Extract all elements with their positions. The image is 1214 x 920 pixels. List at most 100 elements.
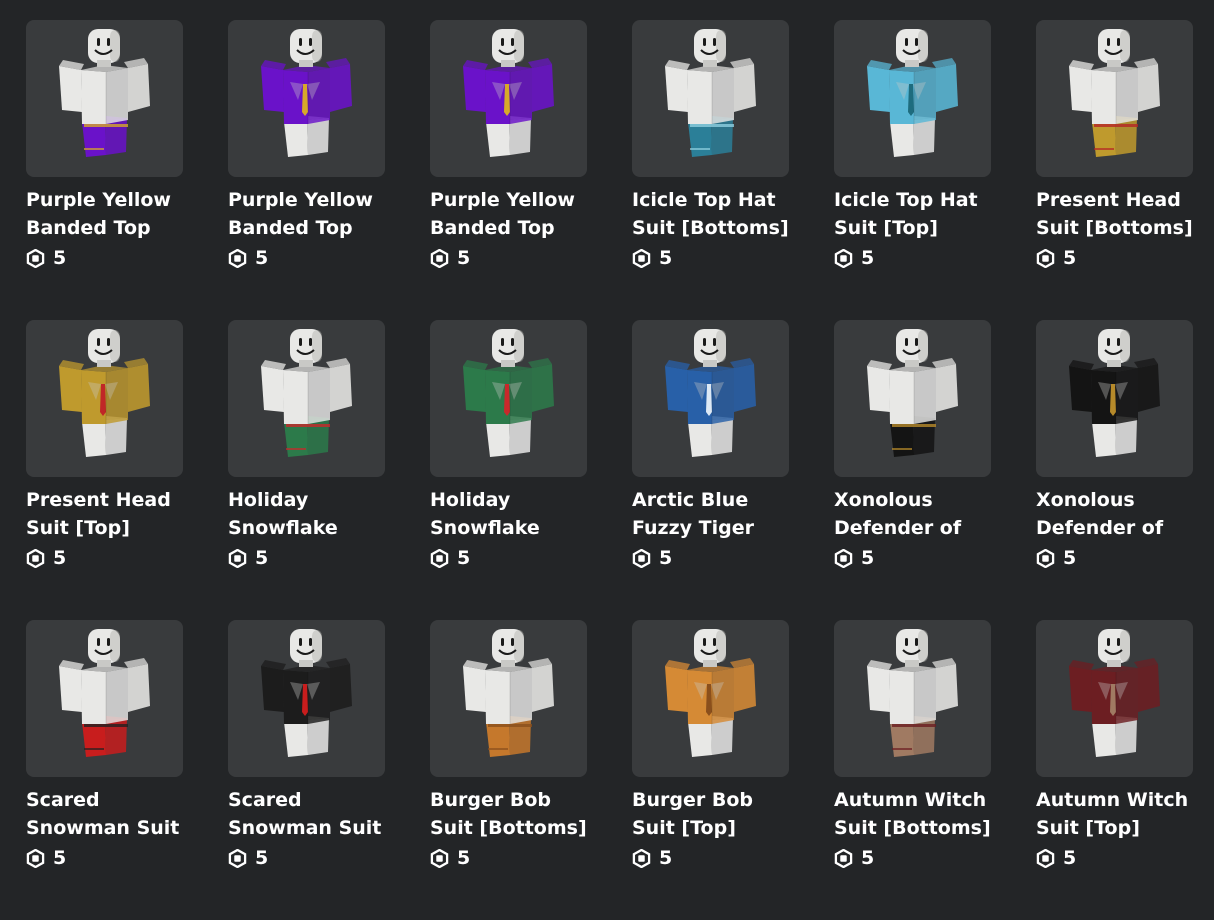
catalog-item-card[interactable]: Scared Snowman Suit 5 [228,620,385,920]
item-name[interactable]: Purple Yellow Banded Top [228,186,385,242]
avatar-figure [665,629,756,757]
item-thumbnail[interactable] [1036,320,1193,477]
item-thumbnail[interactable] [26,320,183,477]
avatar-figure [665,29,756,157]
avatar-figure [59,329,150,457]
item-name[interactable]: Burger Bob Suit [Bottoms] [430,786,587,842]
item-thumbnail[interactable] [26,620,183,777]
item-thumbnail[interactable] [632,620,789,777]
item-price: 5 [632,246,789,270]
item-price-value: 5 [53,547,67,569]
item-thumbnail[interactable] [430,20,587,177]
item-name[interactable]: Holiday Snowflake [430,486,587,542]
item-thumbnail[interactable] [834,320,991,477]
avatar-figure [867,329,958,457]
avatar-figure [665,329,756,457]
catalog-item-card[interactable]: Autumn Witch Suit [Bottoms] 5 [834,620,991,920]
item-thumbnail[interactable] [1036,620,1193,777]
item-name[interactable]: Icicle Top Hat Suit [Bottoms] [632,186,789,242]
catalog-item-card[interactable]: Holiday Snowflake 5 [430,320,587,620]
item-price-value: 5 [457,247,471,269]
item-price: 5 [632,546,789,570]
avatar-figure [261,629,352,757]
catalog-item-card[interactable]: Purple Yellow Banded Top 5 [228,20,385,320]
item-name[interactable]: Scared Snowman Suit [26,786,183,842]
item-name[interactable]: Purple Yellow Banded Top [26,186,183,242]
avatar-figure [1069,329,1160,457]
avatar-figure [867,629,958,757]
catalog-item-card[interactable]: Icicle Top Hat Suit [Bottoms] 5 [632,20,789,320]
robux-icon [1036,848,1055,868]
item-name[interactable]: Icicle Top Hat Suit [Top] [834,186,991,242]
catalog-item-card[interactable]: Scared Snowman Suit 5 [26,620,183,920]
item-thumbnail[interactable] [632,320,789,477]
item-price: 5 [26,246,183,270]
item-name[interactable]: Burger Bob Suit [Top] [632,786,789,842]
avatar-figure [867,29,958,157]
item-name[interactable]: Purple Yellow Banded Top [430,186,587,242]
item-name[interactable]: Arctic Blue Fuzzy Tiger [632,486,789,542]
item-price-value: 5 [53,847,67,869]
item-name[interactable]: Scared Snowman Suit [228,786,385,842]
robux-icon [1036,548,1055,568]
robux-icon [834,248,853,268]
robux-icon [430,248,449,268]
catalog-item-card[interactable]: Burger Bob Suit [Bottoms] 5 [430,620,587,920]
item-name[interactable]: Holiday Snowflake [228,486,385,542]
item-price-value: 5 [255,847,269,869]
robux-icon [632,848,651,868]
robux-icon [632,248,651,268]
catalog-item-card[interactable]: Arctic Blue Fuzzy Tiger 5 [632,320,789,620]
item-price-value: 5 [53,247,67,269]
item-thumbnail[interactable] [430,320,587,477]
avatar-figure [59,629,150,757]
catalog-item-card[interactable]: Icicle Top Hat Suit [Top] 5 [834,20,991,320]
catalog-item-card[interactable]: Burger Bob Suit [Top] 5 [632,620,789,920]
catalog-item-card[interactable]: Autumn Witch Suit [Top] 5 [1036,620,1193,920]
item-price-value: 5 [255,247,269,269]
item-price: 5 [1036,246,1193,270]
item-price: 5 [228,246,385,270]
catalog-item-card[interactable]: Purple Yellow Banded Top 5 [26,20,183,320]
item-price-value: 5 [1063,247,1077,269]
robux-icon [834,848,853,868]
item-thumbnail[interactable] [430,620,587,777]
catalog-item-card[interactable]: Present Head Suit [Bottoms] 5 [1036,20,1193,320]
item-price: 5 [26,546,183,570]
item-price: 5 [834,546,991,570]
item-name[interactable]: Autumn Witch Suit [Top] [1036,786,1193,842]
item-price-value: 5 [1063,847,1077,869]
item-thumbnail[interactable] [834,20,991,177]
catalog-item-card[interactable]: Purple Yellow Banded Top 5 [430,20,587,320]
item-thumbnail[interactable] [228,620,385,777]
item-thumbnail[interactable] [26,20,183,177]
robux-icon [632,548,651,568]
item-price: 5 [430,846,587,870]
item-thumbnail[interactable] [1036,20,1193,177]
catalog-item-card[interactable]: Xonolous Defender of 5 [834,320,991,620]
item-name[interactable]: Xonolous Defender of [1036,486,1193,542]
catalog-item-card[interactable]: Present Head Suit [Top] 5 [26,320,183,620]
item-price: 5 [430,246,587,270]
catalog-item-card[interactable]: Xonolous Defender of 5 [1036,320,1193,620]
item-name[interactable]: Autumn Witch Suit [Bottoms] [834,786,991,842]
item-price-value: 5 [457,547,471,569]
robux-icon [834,548,853,568]
robux-icon [430,848,449,868]
item-price: 5 [834,846,991,870]
robux-icon [26,248,45,268]
item-thumbnail[interactable] [228,320,385,477]
item-price-value: 5 [861,247,875,269]
item-thumbnail[interactable] [632,20,789,177]
item-thumbnail[interactable] [228,20,385,177]
item-name[interactable]: Present Head Suit [Top] [26,486,183,542]
item-thumbnail[interactable] [834,620,991,777]
item-name[interactable]: Xonolous Defender of [834,486,991,542]
robux-icon [26,548,45,568]
item-price-value: 5 [1063,547,1077,569]
item-name[interactable]: Present Head Suit [Bottoms] [1036,186,1193,242]
avatar-figure [463,629,554,757]
catalog-item-card[interactable]: Holiday Snowflake 5 [228,320,385,620]
robux-icon [228,248,247,268]
avatar-figure [463,329,554,457]
